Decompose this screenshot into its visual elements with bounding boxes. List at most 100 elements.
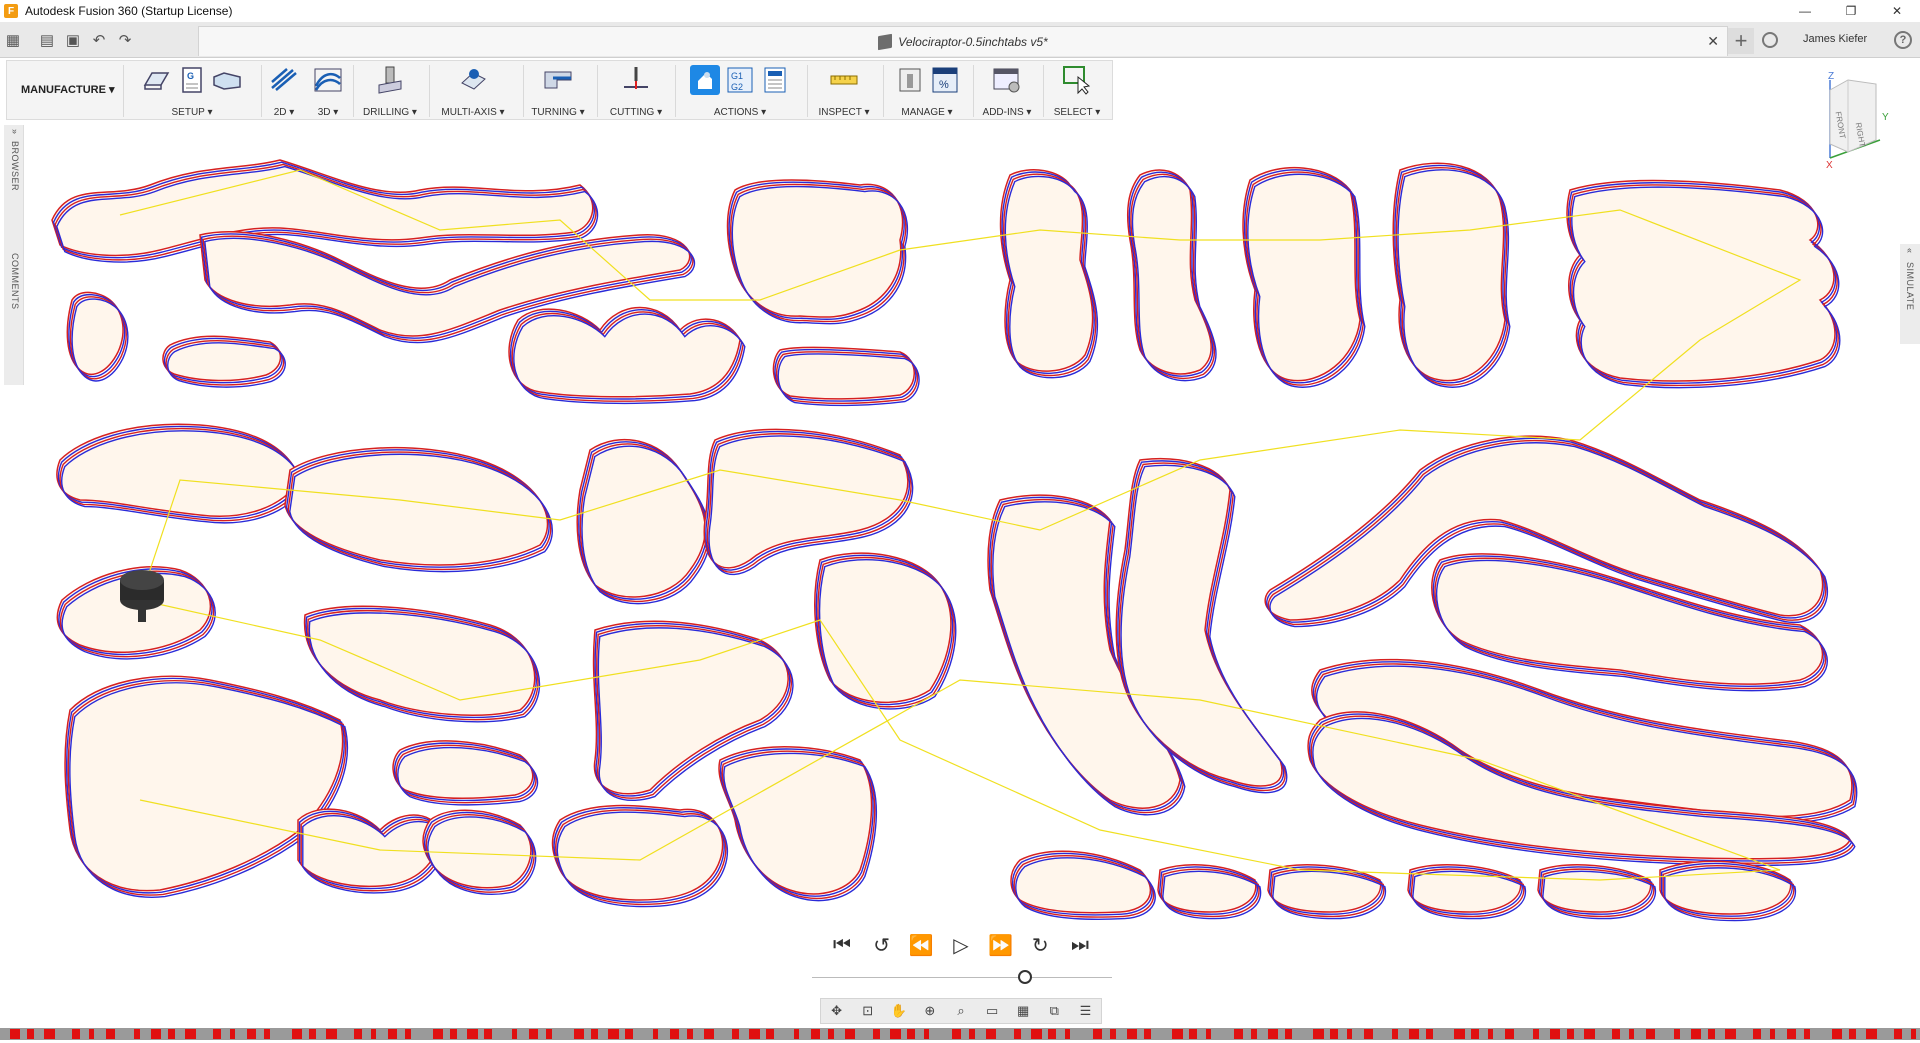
- save-icon[interactable]: ▣: [60, 27, 86, 53]
- effects-icon[interactable]: ☰: [1073, 1003, 1097, 1019]
- part-33[interactable]: [1010, 850, 1156, 920]
- part-11[interactable]: [1392, 162, 1511, 388]
- manage-group[interactable]: % MANAGE ▾: [885, 61, 969, 121]
- simulation-slider[interactable]: [812, 970, 1112, 984]
- timeline-bar[interactable]: [0, 1028, 1920, 1040]
- part-19[interactable]: [814, 552, 957, 710]
- workspace-switcher[interactable]: MANUFACTURE ▾: [21, 83, 115, 96]
- turning-group[interactable]: TURNING ▾: [525, 61, 591, 121]
- file-menu-icon[interactable]: ▤: [34, 27, 60, 53]
- 2d-label[interactable]: 2D ▾: [263, 107, 305, 118]
- part-20[interactable]: [592, 620, 794, 801]
- multi-axis-icon[interactable]: [458, 65, 488, 95]
- part-35[interactable]: [1267, 864, 1387, 920]
- viewcube[interactable]: FRONT RIGHT Z Y X: [1818, 70, 1898, 171]
- part-2[interactable]: [199, 231, 695, 344]
- manage-label[interactable]: MANAGE ▾: [885, 107, 969, 118]
- inspect-label[interactable]: INSPECT ▾: [809, 107, 879, 118]
- simulate-icon[interactable]: [690, 65, 720, 95]
- turning-label[interactable]: TURNING ▾: [525, 107, 591, 118]
- part-31[interactable]: [1311, 658, 1858, 824]
- part-4[interactable]: [162, 335, 286, 388]
- add-ins-label[interactable]: ADD-INS ▾: [975, 107, 1039, 118]
- part-3[interactable]: [66, 291, 129, 382]
- next-operation-button[interactable]: ↻: [1024, 929, 1056, 961]
- part-12[interactable]: [1566, 179, 1841, 389]
- go-to-start-button[interactable]: ⏮: [826, 929, 858, 961]
- actions-label[interactable]: ACTIONS ▾: [677, 107, 803, 118]
- document-tab[interactable]: Velociraptor-0.5inchtabs v5* ✕: [198, 26, 1728, 56]
- inspect-group[interactable]: INSPECT ▾: [809, 61, 879, 121]
- help-icon[interactable]: ?: [1894, 31, 1912, 49]
- part-29[interactable]: [1264, 435, 1829, 628]
- grid-settings-icon[interactable]: ▦: [1011, 1003, 1035, 1019]
- part-25[interactable]: [551, 804, 729, 908]
- part-10[interactable]: [1242, 167, 1366, 388]
- 3d-label[interactable]: 3D ▾: [307, 107, 349, 118]
- simulate-panel-tab[interactable]: SIMULATE: [1905, 262, 1915, 310]
- job-status-icon[interactable]: [1762, 32, 1778, 48]
- part-30[interactable]: [1431, 553, 1828, 692]
- comments-panel-tab[interactable]: COMMENTS: [10, 253, 20, 310]
- slider-knob[interactable]: [1018, 970, 1032, 984]
- viewports-icon[interactable]: ⧉: [1042, 1003, 1066, 1019]
- multi-axis-label[interactable]: MULTI-AXIS ▾: [431, 107, 515, 118]
- 2d-group[interactable]: 2D ▾: [263, 61, 305, 121]
- stock-icon[interactable]: [212, 65, 242, 95]
- 2d-adaptive-icon[interactable]: [269, 65, 299, 95]
- multi-axis-group[interactable]: MULTI-AXIS ▾: [431, 61, 515, 121]
- cutting-group[interactable]: CUTTING ▾: [599, 61, 673, 121]
- close-tab-icon[interactable]: ✕: [1707, 33, 1719, 50]
- part-17[interactable]: [56, 566, 216, 660]
- cutting-label[interactable]: CUTTING ▾: [599, 107, 673, 118]
- part-34[interactable]: [1157, 864, 1262, 920]
- part-9[interactable]: [1126, 169, 1217, 382]
- setup-label[interactable]: SETUP ▾: [127, 107, 257, 118]
- part-5[interactable]: [508, 306, 746, 405]
- 3d-adaptive-icon[interactable]: [313, 65, 343, 95]
- select-arrow-icon[interactable]: [1062, 65, 1092, 95]
- part-23[interactable]: [297, 808, 446, 894]
- redo-icon[interactable]: ↷: [112, 27, 138, 53]
- user-name[interactable]: James Kiefer: [1803, 33, 1867, 45]
- part-21[interactable]: [64, 675, 349, 898]
- drilling-group[interactable]: DRILLING ▾: [355, 61, 425, 121]
- actions-group[interactable]: G1 G2 ACTIONS ▾: [677, 61, 803, 121]
- previous-operation-button[interactable]: ↺: [866, 929, 898, 961]
- part-28[interactable]: [1115, 458, 1288, 794]
- part-14[interactable]: [284, 446, 553, 573]
- measure-icon[interactable]: [829, 65, 859, 95]
- pan-icon[interactable]: ✋: [887, 1003, 911, 1019]
- setup-group[interactable]: G SETUP ▾: [127, 61, 257, 121]
- play-button[interactable]: ▷: [945, 929, 977, 961]
- part-7[interactable]: [772, 346, 920, 407]
- minimize-button[interactable]: —: [1782, 0, 1828, 22]
- part-36[interactable]: [1407, 864, 1527, 920]
- part-16[interactable]: [703, 428, 914, 576]
- orbit-icon[interactable]: ✥: [825, 1003, 849, 1019]
- display-settings-icon[interactable]: ▭: [980, 1003, 1004, 1019]
- part-18[interactable]: [303, 605, 541, 723]
- expand-browser-icon[interactable]: »: [10, 129, 20, 135]
- restore-button[interactable]: ❐: [1828, 0, 1874, 22]
- cutting-icon[interactable]: [621, 65, 651, 95]
- drilling-label[interactable]: DRILLING ▾: [355, 107, 425, 118]
- part-38[interactable]: [1659, 860, 1797, 922]
- nc-program-icon[interactable]: G: [177, 65, 207, 95]
- part-13[interactable]: [56, 423, 306, 524]
- setup-icon[interactable]: [142, 65, 172, 95]
- select-group[interactable]: SELECT ▾: [1045, 61, 1109, 121]
- part-15[interactable]: [576, 438, 711, 605]
- part-1[interactable]: [51, 159, 599, 263]
- select-label[interactable]: SELECT ▾: [1045, 107, 1109, 118]
- tool-library-icon[interactable]: [895, 65, 925, 95]
- add-ins-group[interactable]: ADD-INS ▾: [975, 61, 1039, 121]
- model-canvas[interactable]: [0, 0, 1920, 1040]
- turning-icon[interactable]: [543, 65, 573, 95]
- 3d-group[interactable]: 3D ▾: [307, 61, 349, 121]
- scripts-addins-icon[interactable]: [992, 65, 1022, 95]
- part-26[interactable]: [718, 746, 877, 902]
- zoom-window-icon[interactable]: ⌕: [949, 1003, 973, 1019]
- drill-icon[interactable]: [375, 65, 405, 95]
- data-panel-grid-icon[interactable]: ▦: [0, 27, 26, 53]
